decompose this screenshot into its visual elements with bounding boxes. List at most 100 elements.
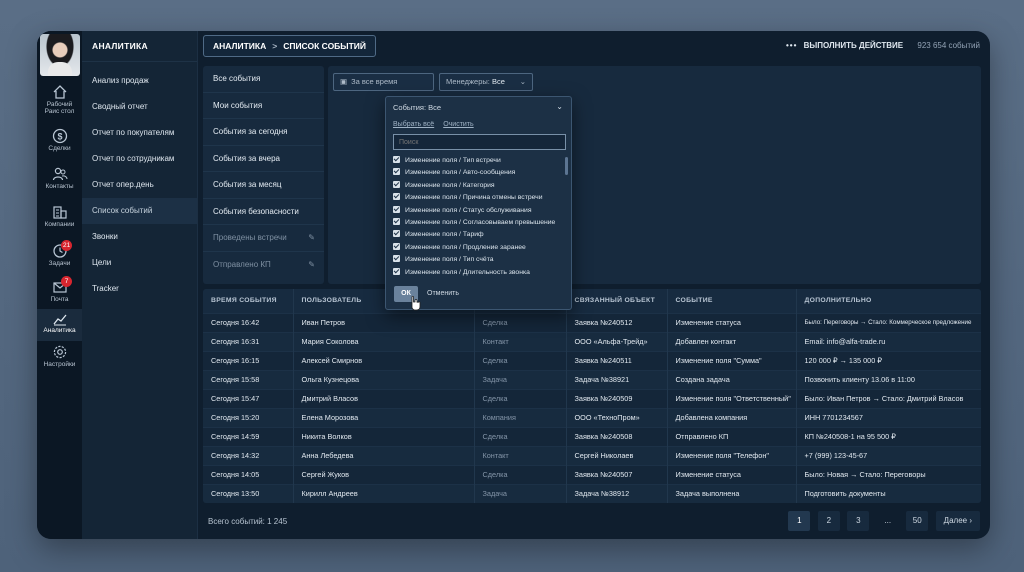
rail-deals-label: Сделки: [48, 145, 71, 152]
view-meetings[interactable]: Проведены встречи ✎: [203, 225, 324, 252]
table-row[interactable]: Сегодня 15:20 Елена Морозова Компания ООО «…: [203, 407, 981, 427]
dropdown-option[interactable]: Изменение поля / Тариф: [393, 229, 568, 241]
col-extra[interactable]: ДОПОЛНИТЕЛЬНО: [796, 289, 981, 313]
mail-badge: 7: [61, 276, 72, 287]
dropdown-option[interactable]: Изменение поля / Статус обслуживания: [393, 205, 568, 217]
page-50[interactable]: 50: [906, 511, 929, 531]
dropdown-option[interactable]: Изменение поля / Авто-сообщения: [393, 167, 568, 179]
cell-object: Заявка №240511: [566, 350, 668, 370]
checkbox-checked-icon[interactable]: [393, 205, 400, 213]
cell-event: Изменение статуса: [667, 312, 797, 332]
menu-item-customers-report[interactable]: Отчет по покупателям: [82, 120, 197, 146]
settings-icon: [53, 345, 66, 359]
rail-home[interactable]: Рабочий Раис стол: [37, 84, 82, 122]
dropdown-links: Выбрать всё Очистить: [393, 121, 483, 128]
menu-item-sales-analysis[interactable]: Анализ продаж: [82, 68, 197, 94]
rail-contacts[interactable]: Контакты: [37, 166, 82, 204]
select-all-link[interactable]: Выбрать всё: [393, 121, 434, 128]
table-row[interactable]: Сегодня 16:15 Алексей Смирнов Сделка Заявка…: [203, 350, 981, 370]
table-row[interactable]: Сегодня 14:59 Никита Волков Сделка Заявка №…: [203, 426, 981, 446]
page-ellipsis: ...: [884, 516, 892, 525]
checkbox-checked-icon[interactable]: [393, 180, 400, 188]
cell-time: Сегодня 15:20: [203, 407, 294, 427]
view-security[interactable]: События безопасности: [203, 199, 324, 225]
checkbox-checked-icon[interactable]: [393, 267, 400, 275]
table-row[interactable]: Сегодня 13:50 Кирилл Андреев Задача Задача …: [203, 483, 981, 503]
cell-time: Сегодня 13:50: [203, 483, 294, 503]
chevron-down-icon[interactable]: ⌄: [556, 102, 563, 111]
top-bar: АНАЛИТИКА > СПИСОК СОБЫТИЙ ••• ВЫПОЛНИТЬ Д…: [198, 31, 990, 62]
page-2[interactable]: 2: [817, 511, 840, 531]
view-month[interactable]: События за месяц: [203, 172, 324, 199]
cell-time: Сегодня 14:05: [203, 464, 294, 484]
table-row[interactable]: Сегодня 16:42 Иван Петров Сделка Заявка №24…: [203, 312, 981, 332]
dropdown-option[interactable]: Изменение поля / Согласовываем превышени…: [393, 217, 568, 229]
events-table: ВРЕМЯ СОБЫТИЯ ПОЛЬЗОВАТЕЛЬ СВЯЗАННЫЙ ОБЪ…: [203, 289, 981, 503]
checkbox-checked-icon[interactable]: [393, 217, 400, 225]
rail-tasks[interactable]: 21 Задачи: [37, 240, 82, 281]
more-icon[interactable]: •••: [786, 41, 797, 50]
menu-item-summary-report[interactable]: Сводный отчет: [82, 94, 197, 120]
edit-icon[interactable]: ✎: [308, 225, 315, 252]
deals-icon: $: [52, 128, 67, 144]
menu-item-tracker[interactable]: Tracker: [82, 276, 197, 302]
menu-item-calls[interactable]: Звонки: [82, 224, 197, 250]
dropdown-option[interactable]: Изменение поля / Длительность звонка: [393, 267, 568, 279]
period-filter[interactable]: ▣ За все время: [333, 73, 434, 91]
avatar[interactable]: [40, 34, 80, 76]
rail-deals[interactable]: $ Сделки: [37, 128, 82, 166]
dropdown-header[interactable]: События: Все: [393, 103, 441, 112]
view-today[interactable]: События за сегодня: [203, 119, 324, 146]
rail-analytics[interactable]: Аналитика: [37, 309, 82, 341]
col-object[interactable]: СВЯЗАННЫЙ ОБЪЕКТ: [566, 289, 668, 313]
dropdown-option[interactable]: Изменение поля / Тип счёта: [393, 254, 568, 266]
app-window: Рабочий Раис стол $ Сделки Контакты Комп…: [37, 31, 990, 539]
view-kp-sent[interactable]: Отправлено КП ✎: [203, 252, 324, 279]
run-action-button[interactable]: ВЫПОЛНИТЬ ДЕЙСТВИЕ: [804, 41, 904, 50]
col-time[interactable]: ВРЕМЯ СОБЫТИЯ: [203, 289, 294, 313]
dropdown-option[interactable]: Изменение поля / Категория: [393, 180, 568, 192]
rail-settings[interactable]: Настройки: [37, 344, 82, 382]
cell-extra: Подготовить документы: [796, 483, 981, 503]
checkbox-checked-icon[interactable]: [393, 230, 400, 238]
managers-filter[interactable]: Менеджеры: Все ⌄: [439, 73, 533, 91]
page-1[interactable]: 1: [788, 511, 811, 531]
menu-item-opday-report[interactable]: Отчет опер.день: [82, 172, 197, 198]
view-all-events[interactable]: Все события: [203, 66, 324, 93]
table-row[interactable]: Сегодня 14:32 Анна Лебедева Контакт Сергей …: [203, 445, 981, 465]
dropdown-option-label: Изменение поля / Согласовываем превышени…: [405, 218, 556, 226]
dropdown-option-label: Изменение поля / Категория: [405, 181, 495, 189]
menu-item-employees-report[interactable]: Отчет по сотрудникам: [82, 146, 197, 172]
table-row[interactable]: Сегодня 15:47 Дмитрий Власов Сделка Заявка …: [203, 388, 981, 408]
next-page-button[interactable]: Далее ›: [935, 511, 980, 531]
cell-object: Задача №38921: [566, 369, 668, 389]
edit-icon[interactable]: ✎: [308, 252, 315, 279]
checkbox-checked-icon[interactable]: [393, 242, 400, 250]
view-yesterday[interactable]: События за вчера: [203, 146, 324, 172]
rail-companies[interactable]: Компании: [37, 204, 82, 242]
dropdown-option[interactable]: Изменение поля / Тип встречи: [393, 155, 568, 167]
cell-object: ООО «ТехноПром»: [566, 407, 668, 427]
dropdown-option[interactable]: Изменение поля / Причина отмены встречи: [393, 192, 568, 204]
mouse-pointer-icon: [411, 295, 421, 311]
cancel-button[interactable]: Отменить: [427, 286, 459, 302]
breadcrumb-root[interactable]: АНАЛИТИКА: [213, 41, 266, 51]
view-my-events[interactable]: Мои события: [203, 93, 324, 119]
dropdown-option[interactable]: Изменение поля / Продление заранее: [393, 242, 568, 254]
dropdown-search-input[interactable]: [393, 134, 566, 150]
col-event[interactable]: СОБЫТИЕ: [667, 289, 797, 313]
menu-item-events-list[interactable]: Список событий: [82, 198, 197, 224]
menu-item-goals[interactable]: Цели: [82, 250, 197, 276]
checkbox-checked-icon[interactable]: [393, 193, 400, 201]
table-row[interactable]: Сегодня 16:31 Мария Соколова Контакт ООО «А…: [203, 331, 981, 351]
dropdown-scrollbar[interactable]: [565, 157, 568, 175]
table-row[interactable]: Сегодня 14:05 Сергей Жуков Сделка Заявка №2…: [203, 464, 981, 484]
table-row[interactable]: Сегодня 15:58 Ольга Кузнецова Задача Задача…: [203, 369, 981, 389]
page-3[interactable]: 3: [847, 511, 870, 531]
checkbox-checked-icon[interactable]: [393, 255, 400, 263]
clear-link[interactable]: Очистить: [443, 121, 473, 128]
checkbox-checked-icon[interactable]: [393, 156, 400, 163]
icon-rail: Рабочий Раис стол $ Сделки Контакты Комп…: [37, 31, 82, 539]
checkbox-checked-icon[interactable]: [393, 168, 400, 176]
cell-user: Кирилл Андреев: [293, 483, 475, 503]
